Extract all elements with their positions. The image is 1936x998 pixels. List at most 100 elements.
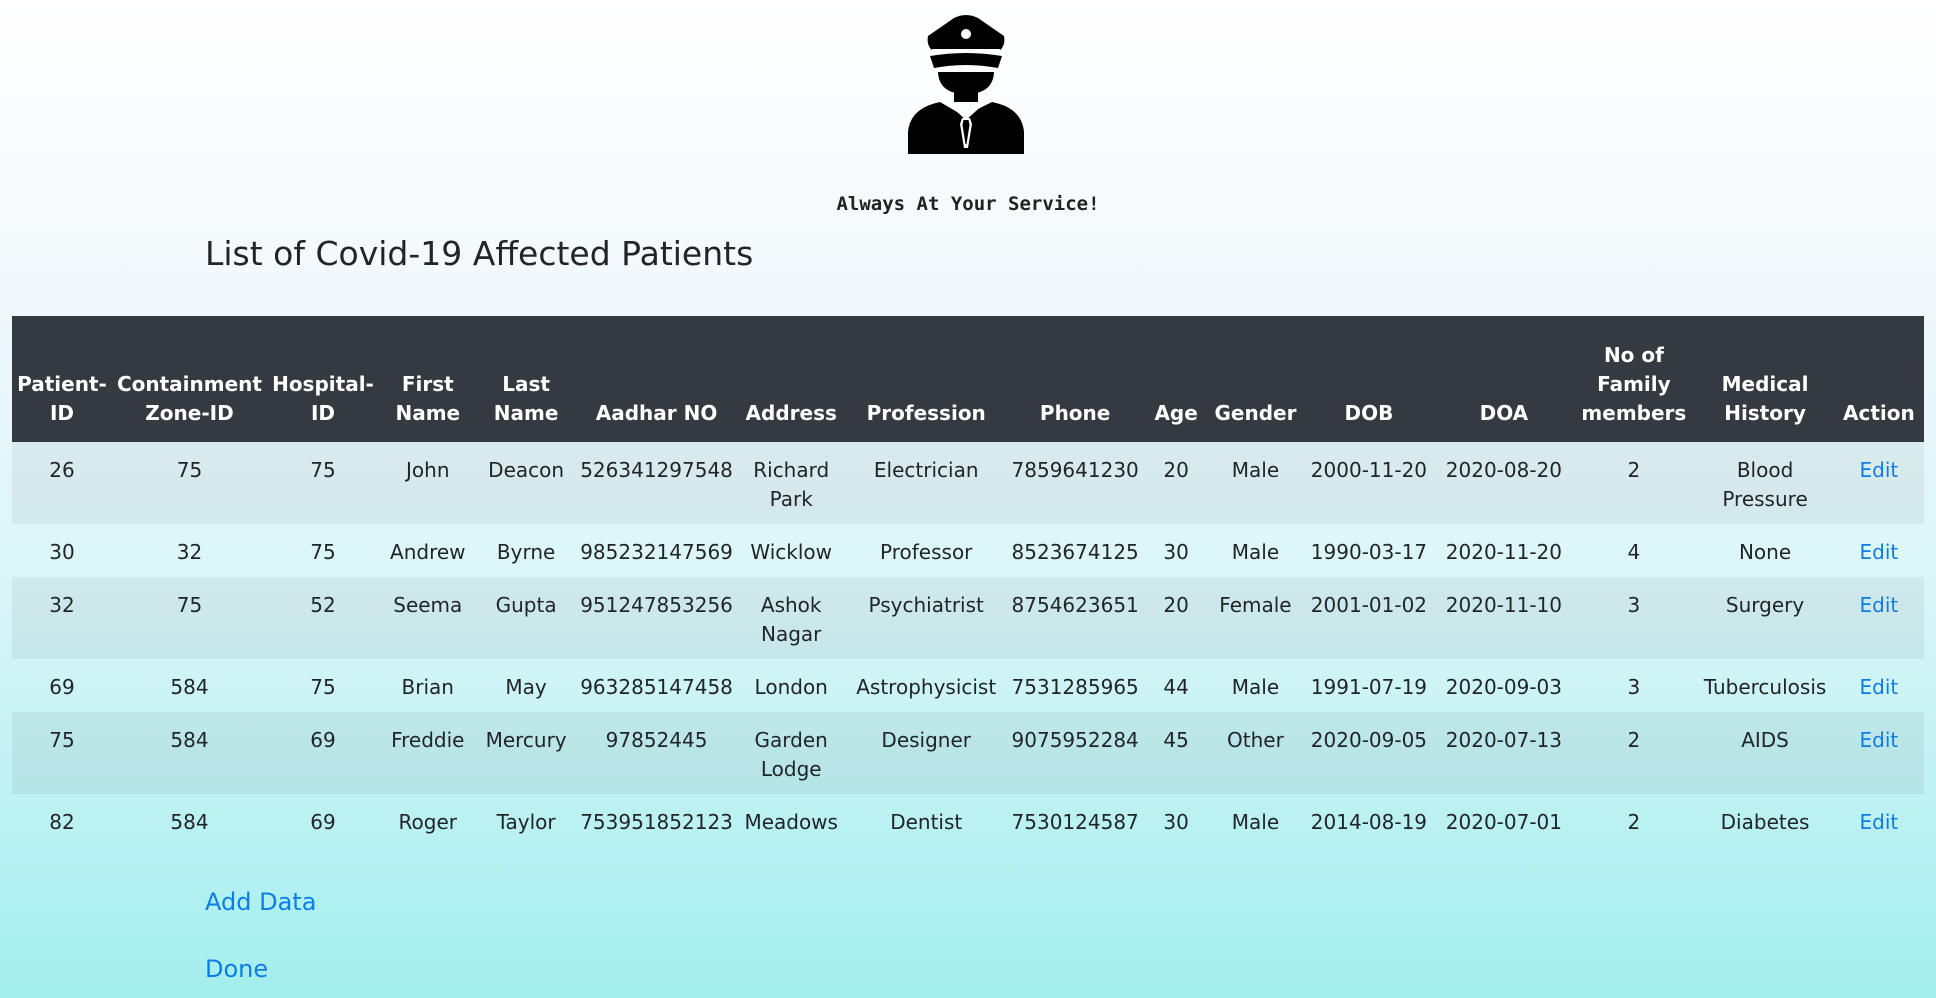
table-cell: Male — [1231, 540, 1280, 564]
table-cell: 75 — [310, 540, 336, 564]
table-cell: 584 — [170, 675, 209, 699]
table-cell: 951247853256 — [575, 577, 738, 659]
add-data-link[interactable]: Add Data — [205, 888, 316, 916]
table-cell: Other — [1209, 712, 1302, 794]
table-cell: 32 — [12, 577, 112, 659]
table-row: 69 584 75 Brian May 963285147458 London Astroph… — [12, 659, 1924, 712]
table-cell: 7859641230 — [1007, 442, 1143, 524]
table-cell: Male — [1231, 675, 1280, 699]
table-cell: 2020-11-20 — [1445, 540, 1562, 564]
column-header: Action — [1833, 316, 1924, 442]
table-cell: Garden Lodge — [737, 712, 845, 794]
table-cell: Diabetes — [1720, 810, 1810, 834]
column-header: Containment Zone-ID — [111, 316, 267, 442]
table-cell: Surgery — [1696, 577, 1834, 659]
table-cell: AIDS — [1696, 712, 1834, 794]
column-header: Patient-ID — [12, 316, 112, 442]
officer-icon — [908, 15, 1024, 154]
table-cell: Psychiatrist — [844, 577, 1008, 659]
table-cell: 30 — [49, 540, 75, 564]
patients-table: Patient-ID Containment Zone-ID Hospital-ID… — [12, 316, 1924, 847]
table-cell: Byrne — [496, 540, 556, 564]
table-cell: Brian — [401, 675, 454, 699]
done-link[interactable]: Done — [205, 955, 268, 983]
column-header: Last Name — [476, 316, 576, 442]
table-cell: 8754623651 — [1007, 577, 1143, 659]
table-cell: 20 — [1142, 442, 1210, 524]
table-cell: Astrophysicist — [856, 675, 997, 699]
edit-link[interactable]: Edit — [1859, 675, 1898, 699]
table-cell: 1991-07-19 — [1310, 675, 1428, 699]
table-cell: Richard Park — [737, 442, 845, 524]
table-cell: 3 — [1571, 577, 1697, 659]
table-cell: 52 — [266, 577, 379, 659]
logo — [906, 12, 1026, 154]
column-header: No of Family members — [1571, 316, 1697, 442]
table-cell: 2020-07-13 — [1436, 712, 1572, 794]
table-cell: 2020-07-01 — [1445, 810, 1562, 834]
table-cell: Professor — [880, 540, 973, 564]
table-cell: 2014-08-19 — [1310, 810, 1428, 834]
table-cell: 75 — [111, 577, 267, 659]
table-cell: 584 — [170, 810, 209, 834]
table-cell: Ashok Nagar — [737, 577, 845, 659]
table-cell: 985232147569 — [580, 540, 733, 564]
edit-link[interactable]: Edit — [1859, 458, 1898, 482]
table-cell: 30 — [1163, 810, 1189, 834]
table-cell: 2020-09-05 — [1301, 712, 1437, 794]
table-cell: 2 — [1627, 810, 1641, 834]
table-row: 32 75 52 Seema Gupta 951247853256 Ashok Nagar P… — [12, 577, 1924, 659]
table-cell: Blood Pressure — [1696, 442, 1834, 524]
table-cell: 9075952284 — [1007, 712, 1143, 794]
edit-link[interactable]: Edit — [1859, 728, 1898, 752]
table-cell: 526341297548 — [575, 442, 738, 524]
table-cell: Andrew — [390, 540, 466, 564]
edit-link[interactable]: Edit — [1859, 540, 1898, 564]
edit-link[interactable]: Edit — [1859, 593, 1898, 617]
table-cell: Freddie — [378, 712, 477, 794]
table-cell: Mercury — [476, 712, 576, 794]
table-cell: Electrician — [844, 442, 1008, 524]
table-cell-action: Edit — [1833, 442, 1924, 524]
column-header: Medical History — [1696, 316, 1834, 442]
column-header: Age — [1142, 316, 1210, 442]
table-cell: Designer — [844, 712, 1008, 794]
table-cell: 75 — [310, 675, 336, 699]
column-header: Aadhar NO — [575, 316, 738, 442]
tagline: Always At Your Service! — [836, 193, 1100, 215]
table-cell-action: Edit — [1833, 712, 1924, 794]
table-row: 82 584 69 Roger Taylor 753951852123 Meadows Den… — [12, 794, 1924, 847]
page-title: List of Covid-19 Affected Patients — [205, 234, 754, 273]
edit-link[interactable]: Edit — [1859, 810, 1898, 834]
table-cell: 75 — [12, 712, 112, 794]
table-cell: 44 — [1163, 675, 1189, 699]
column-header: DOB — [1301, 316, 1437, 442]
table-cell: Gupta — [476, 577, 576, 659]
table-cell: 26 — [12, 442, 112, 524]
table-cell-action: Edit — [1833, 577, 1924, 659]
table-row: 75 584 69 Freddie Mercury 97852445 Garden Lodg… — [12, 712, 1924, 794]
table-cell: 32 — [176, 540, 203, 564]
table-cell: Taylor — [496, 810, 556, 834]
table-cell: 45 — [1142, 712, 1210, 794]
table-row: 26 75 75 John Deacon 526341297548 Richard Park… — [12, 442, 1924, 524]
table-cell: 7531285965 — [1011, 675, 1139, 699]
table-cell: 7530124587 — [1011, 810, 1139, 834]
column-header: Hospital-ID — [266, 316, 379, 442]
table-cell: 20 — [1142, 577, 1210, 659]
table-cell: 2 — [1571, 712, 1697, 794]
table-cell: 4 — [1627, 540, 1641, 564]
table-cell: Male — [1209, 442, 1302, 524]
table-cell-action: Edit — [1834, 794, 1924, 847]
table-cell: 2020-08-20 — [1436, 442, 1572, 524]
table-cell: Deacon — [476, 442, 576, 524]
table-cell: 75 — [111, 442, 267, 524]
table-cell: 8523674125 — [1011, 540, 1139, 564]
table-cell: 2001-01-02 — [1301, 577, 1437, 659]
table-cell: London — [754, 675, 828, 699]
table-cell: Dentist — [890, 810, 963, 834]
column-header: DOA — [1436, 316, 1572, 442]
table-cell: 69 — [49, 675, 75, 699]
table-cell: Roger — [398, 810, 457, 834]
table-cell: May — [505, 675, 547, 699]
